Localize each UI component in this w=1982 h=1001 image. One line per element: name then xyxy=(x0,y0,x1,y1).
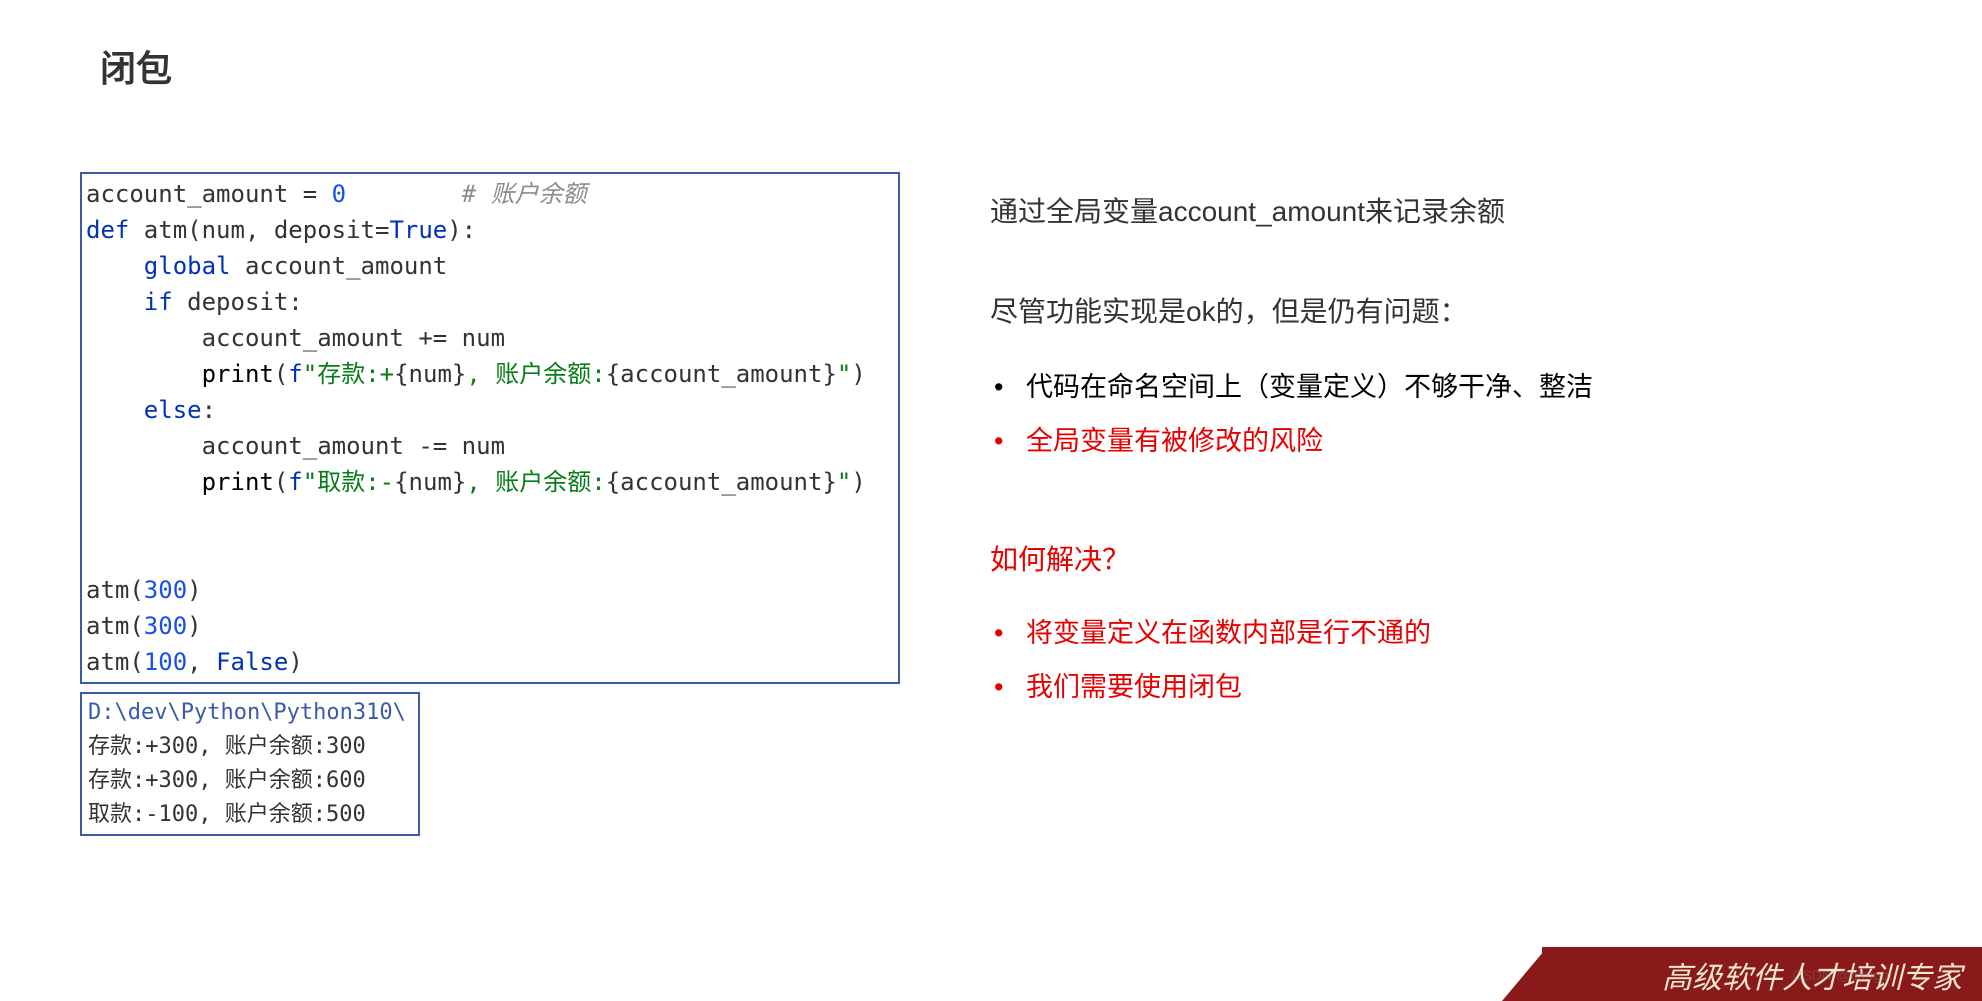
right-subhead: 尽管功能实现是ok的，但是仍有问题： xyxy=(990,290,1902,330)
problems-list: 代码在命名空间上（变量定义）不够干净、整洁全局变量有被修改的风险 xyxy=(990,360,1902,468)
list-item: 全局变量有被修改的风险 xyxy=(990,414,1902,468)
watermark: CSDN @pangbi xyxy=(1792,967,1892,983)
question-heading: 如何解决？ xyxy=(990,538,1902,578)
page-title: 闭包 xyxy=(100,40,1902,92)
output-line: 存款:+300, 账户余额:600 xyxy=(88,764,412,798)
list-item: 将变量定义在函数内部是行不通的 xyxy=(990,606,1902,660)
output-path: D:\dev\Python\Python310\ xyxy=(88,696,412,730)
code-block: account_amount = 0 # 账户余额 def atm(num, d… xyxy=(80,172,900,684)
output-block: D:\dev\Python\Python310\ 存款:+300, 账户余额:3… xyxy=(80,692,420,836)
output-line: 取款:-100, 账户余额:500 xyxy=(88,798,412,832)
solutions-list: 将变量定义在函数内部是行不通的我们需要使用闭包 xyxy=(990,606,1902,714)
footer-banner: 高级软件人才培训专家 xyxy=(1502,947,1982,1001)
output-line: 存款:+300, 账户余额:300 xyxy=(88,730,412,764)
right-heading: 通过全局变量account_amount来记录余额 xyxy=(990,190,1902,230)
list-item: 代码在命名空间上（变量定义）不够干净、整洁 xyxy=(990,360,1902,414)
list-item: 我们需要使用闭包 xyxy=(990,660,1902,714)
